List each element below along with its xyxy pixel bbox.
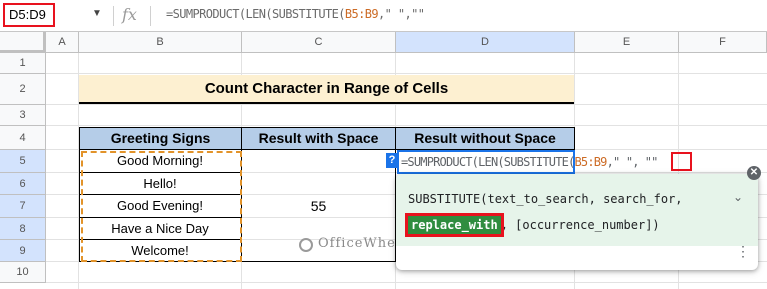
row-header[interactable]: 9 <box>0 240 46 262</box>
table-header-result-without-space[interactable]: Result without Space <box>395 127 575 150</box>
formula-prefix: =SUMPRODUCT(LEN(SUBSTITUTE( <box>166 7 345 21</box>
row-header[interactable]: 10 <box>0 262 46 283</box>
tooltip-signature-line2: replace_with, [occurrence_number]) <box>405 213 660 237</box>
row-header[interactable]: 3 <box>0 105 46 126</box>
column-header-a[interactable]: A <box>46 32 79 53</box>
replace-with-argument-highlight <box>671 152 692 171</box>
row-header[interactable]: 4 <box>0 126 46 150</box>
row-header[interactable]: 8 <box>0 218 46 240</box>
more-options-icon[interactable]: ⋮ <box>736 244 750 258</box>
name-box[interactable]: D5:D9 ▼ <box>0 0 110 31</box>
referenced-range-highlight <box>81 151 242 262</box>
row-header[interactable]: 5 <box>0 150 46 173</box>
formula-bar-divider <box>113 6 114 26</box>
column-header-c[interactable]: C <box>242 32 396 53</box>
formula-suffix: ," ","" <box>378 7 425 21</box>
tooltip-signature-rest: , [occurrence_number]) <box>500 218 660 232</box>
select-all-corner[interactable] <box>0 32 46 53</box>
fx-icon: fx <box>122 5 137 24</box>
edit-prefix: =SUMPRODUCT(LEN(SUBSTITUTE( <box>401 155 575 169</box>
column-header-b[interactable]: B <box>79 32 242 53</box>
table-header-greeting-signs[interactable]: Greeting Signs <box>79 127 242 150</box>
chevron-down-icon[interactable]: ▼ <box>92 8 102 19</box>
edit-range-ref: B5:B9 <box>574 155 607 169</box>
row-header[interactable]: 2 <box>0 74 46 105</box>
formula-input[interactable]: =SUMPRODUCT(LEN(SUBSTITUTE(B5:B9," ","" <box>166 7 425 21</box>
edit-tail: "" <box>644 155 659 169</box>
grid-line <box>46 104 767 105</box>
tooltip-signature-line1: SUBSTITUTE(text_to_search, search_for, <box>408 192 683 206</box>
formula-bar-divider <box>150 6 151 26</box>
function-help-tooltip: SUBSTITUTE(text_to_search, search_for, r… <box>396 174 758 270</box>
formula-range-ref: B5:B9 <box>344 7 379 21</box>
grid-line <box>46 125 767 126</box>
row-header[interactable]: 7 <box>0 195 46 218</box>
grid-line <box>46 282 767 283</box>
active-cell-editor[interactable]: =SUMPRODUCT(LEN(SUBSTITUTE(B5:B9," ", "" <box>397 150 658 174</box>
name-box-value[interactable]: D5:D9 <box>3 3 55 27</box>
edit-suffix: ," ", <box>606 155 640 169</box>
table-header-result-with-space[interactable]: Result with Space <box>241 127 396 150</box>
sheet-title: Count Character in Range of Cells <box>79 75 574 104</box>
column-header-d[interactable]: D <box>396 32 575 53</box>
column-header-f[interactable]: F <box>679 32 767 53</box>
close-icon[interactable]: ✕ <box>747 166 761 180</box>
officewheel-logo-icon <box>299 238 313 252</box>
tooltip-signature-panel <box>396 174 758 246</box>
current-argument: replace_with <box>405 213 504 237</box>
expand-chevron-icon[interactable]: ⌄ <box>733 190 743 204</box>
row-header[interactable]: 6 <box>0 173 46 195</box>
row-header[interactable]: 1 <box>0 53 46 74</box>
column-header-e[interactable]: E <box>575 32 679 53</box>
grid-line <box>46 73 767 74</box>
